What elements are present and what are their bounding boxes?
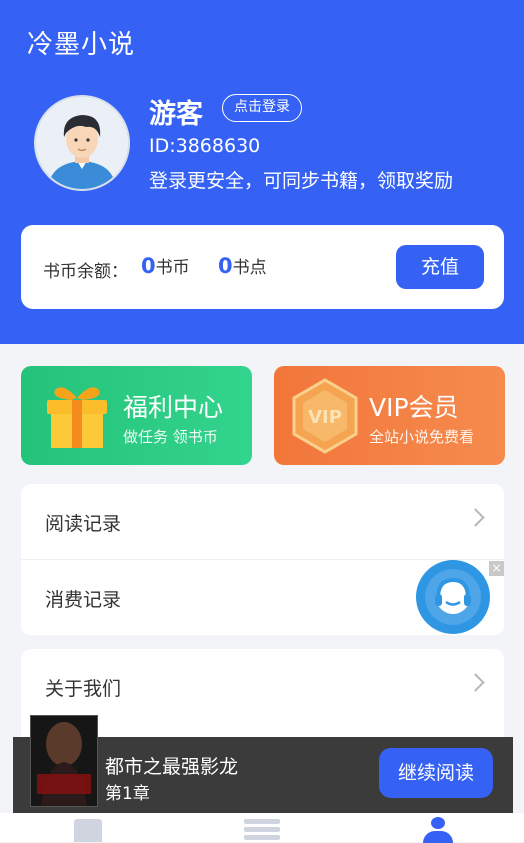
close-icon[interactable]: ×	[489, 561, 504, 576]
vip-subtitle: 全站小说免费看	[369, 428, 475, 446]
welfare-center-card[interactable]: 福利中心 做任务 领书币	[21, 366, 252, 465]
continue-reading-button[interactable]: 继续阅读	[379, 748, 493, 798]
coin-unit: 书币	[155, 258, 190, 278]
profile-tab-icon[interactable]	[423, 817, 453, 843]
chevron-right-icon	[466, 673, 485, 692]
book-chapter: 第1章	[105, 784, 150, 804]
bookshelf-icon[interactable]	[74, 819, 102, 842]
bottom-tab-bar	[0, 813, 524, 843]
library-icon[interactable]	[244, 819, 280, 842]
continue-reading-bar[interactable]: 都市之最强影龙 第1章 继续阅读	[13, 715, 513, 813]
book-cover-art	[31, 716, 97, 806]
point-unit: 书点	[232, 258, 267, 278]
menu-item-label: 消费记录	[45, 589, 122, 611]
menu-item-label: 阅读记录	[45, 513, 122, 535]
customer-service-icon	[425, 569, 481, 625]
menu-item-reading-history[interactable]: 阅读记录	[21, 484, 504, 560]
customer-service-button[interactable]	[416, 560, 490, 634]
login-button[interactable]: 点击登录	[222, 94, 302, 122]
login-tip: 登录更安全，可同步书籍，领取奖励	[149, 170, 454, 192]
menu-item-label: 关于我们	[45, 678, 122, 700]
coin-balance: 0书币	[141, 253, 190, 278]
welfare-subtitle: 做任务 领书币	[123, 428, 218, 446]
point-balance: 0书点	[218, 253, 267, 278]
gift-icon	[47, 387, 107, 448]
user-id: ID:3868630	[149, 135, 261, 157]
app-title: 冷墨小说	[27, 30, 136, 60]
book-cover[interactable]	[30, 715, 98, 807]
balance-card: 书币余额： 0书币 0书点 充值	[21, 225, 504, 309]
book-title: 都市之最强影龙	[105, 756, 239, 778]
vip-badge-icon: VIP	[292, 378, 358, 454]
balance-label: 书币余额：	[43, 262, 128, 282]
avatar-icon	[36, 97, 128, 189]
avatar[interactable]	[34, 95, 130, 191]
coin-value: 0	[141, 254, 156, 278]
menu-item-about-us[interactable]: 关于我们	[21, 649, 504, 724]
profile-header: 冷墨小说 游客 点击登录 ID:3868630 登录更安全，可同步书籍，领取奖励…	[0, 0, 524, 344]
recharge-button[interactable]: 充值	[396, 245, 484, 289]
welfare-title: 福利中心	[123, 393, 224, 422]
username: 游客	[149, 99, 203, 130]
vip-title: VIP会员	[369, 393, 459, 422]
svg-text:VIP: VIP	[308, 407, 342, 428]
point-value: 0	[218, 254, 233, 278]
vip-card[interactable]: VIP VIP会员 全站小说免费看	[274, 366, 505, 465]
chevron-right-icon	[466, 508, 485, 527]
